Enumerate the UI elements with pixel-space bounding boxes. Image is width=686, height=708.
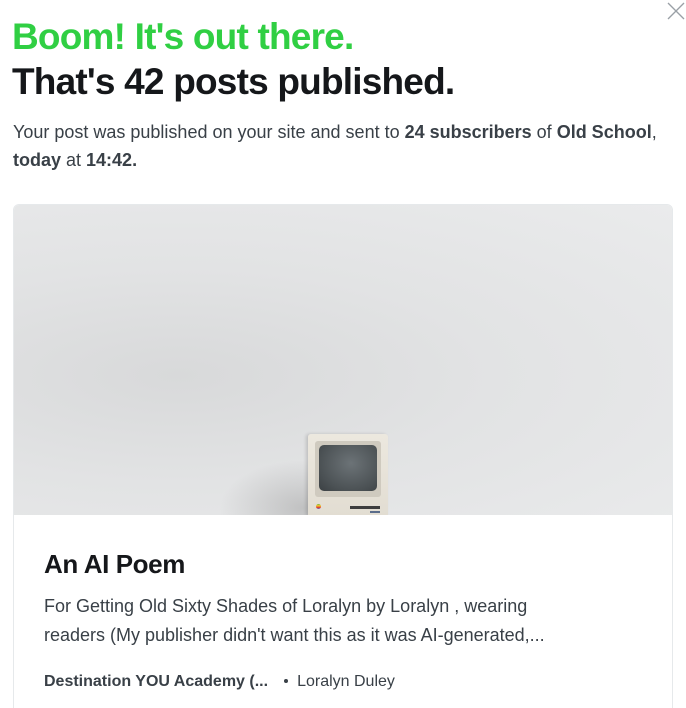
close-button[interactable] bbox=[664, 0, 686, 22]
publish-time: 14:42. bbox=[86, 150, 138, 170]
post-preview-card[interactable]: An AI Poem For Getting Old Sixty Shades … bbox=[13, 204, 673, 708]
summary-comma: , bbox=[651, 122, 657, 142]
publish-summary: Your post was published on your site and… bbox=[13, 118, 663, 174]
computer-logo bbox=[316, 504, 321, 509]
success-headline: Boom! It's out there. bbox=[12, 16, 354, 57]
posts-count-headline: That's 42 posts published. bbox=[12, 61, 455, 102]
summary-at: at bbox=[61, 150, 87, 170]
subscriber-count: 24 subscribers bbox=[404, 122, 532, 142]
author-name: Loralyn Duley bbox=[297, 673, 395, 690]
post-feature-image bbox=[14, 205, 672, 515]
post-excerpt: For Getting Old Sixty Shades of Loralyn … bbox=[44, 592, 644, 650]
computer-disk-slot bbox=[350, 506, 380, 509]
publish-day: today bbox=[13, 150, 62, 170]
vintage-computer-illustration bbox=[308, 434, 388, 515]
post-excerpt-line-2: readers (My publisher didn't want this a… bbox=[44, 625, 545, 645]
publish-success-modal: Boom! It's out there. That's 42 posts pu… bbox=[0, 0, 686, 708]
computer-badge bbox=[370, 511, 380, 513]
newsletter-name: Old School bbox=[556, 122, 652, 142]
computer-screen-bezel bbox=[315, 441, 381, 497]
post-title: An AI Poem bbox=[44, 549, 185, 579]
publication-name: Destination YOU Academy (... bbox=[44, 673, 269, 690]
post-meta: Destination YOU Academy (... Loralyn Dule… bbox=[44, 673, 395, 691]
computer-screen bbox=[319, 445, 377, 491]
post-excerpt-line-1: For Getting Old Sixty Shades of Loralyn … bbox=[44, 596, 528, 616]
close-icon bbox=[667, 2, 685, 20]
summary-prefix: Your post was published on your site and… bbox=[13, 122, 405, 142]
summary-of: of bbox=[531, 122, 557, 142]
meta-separator-dot bbox=[284, 678, 289, 683]
